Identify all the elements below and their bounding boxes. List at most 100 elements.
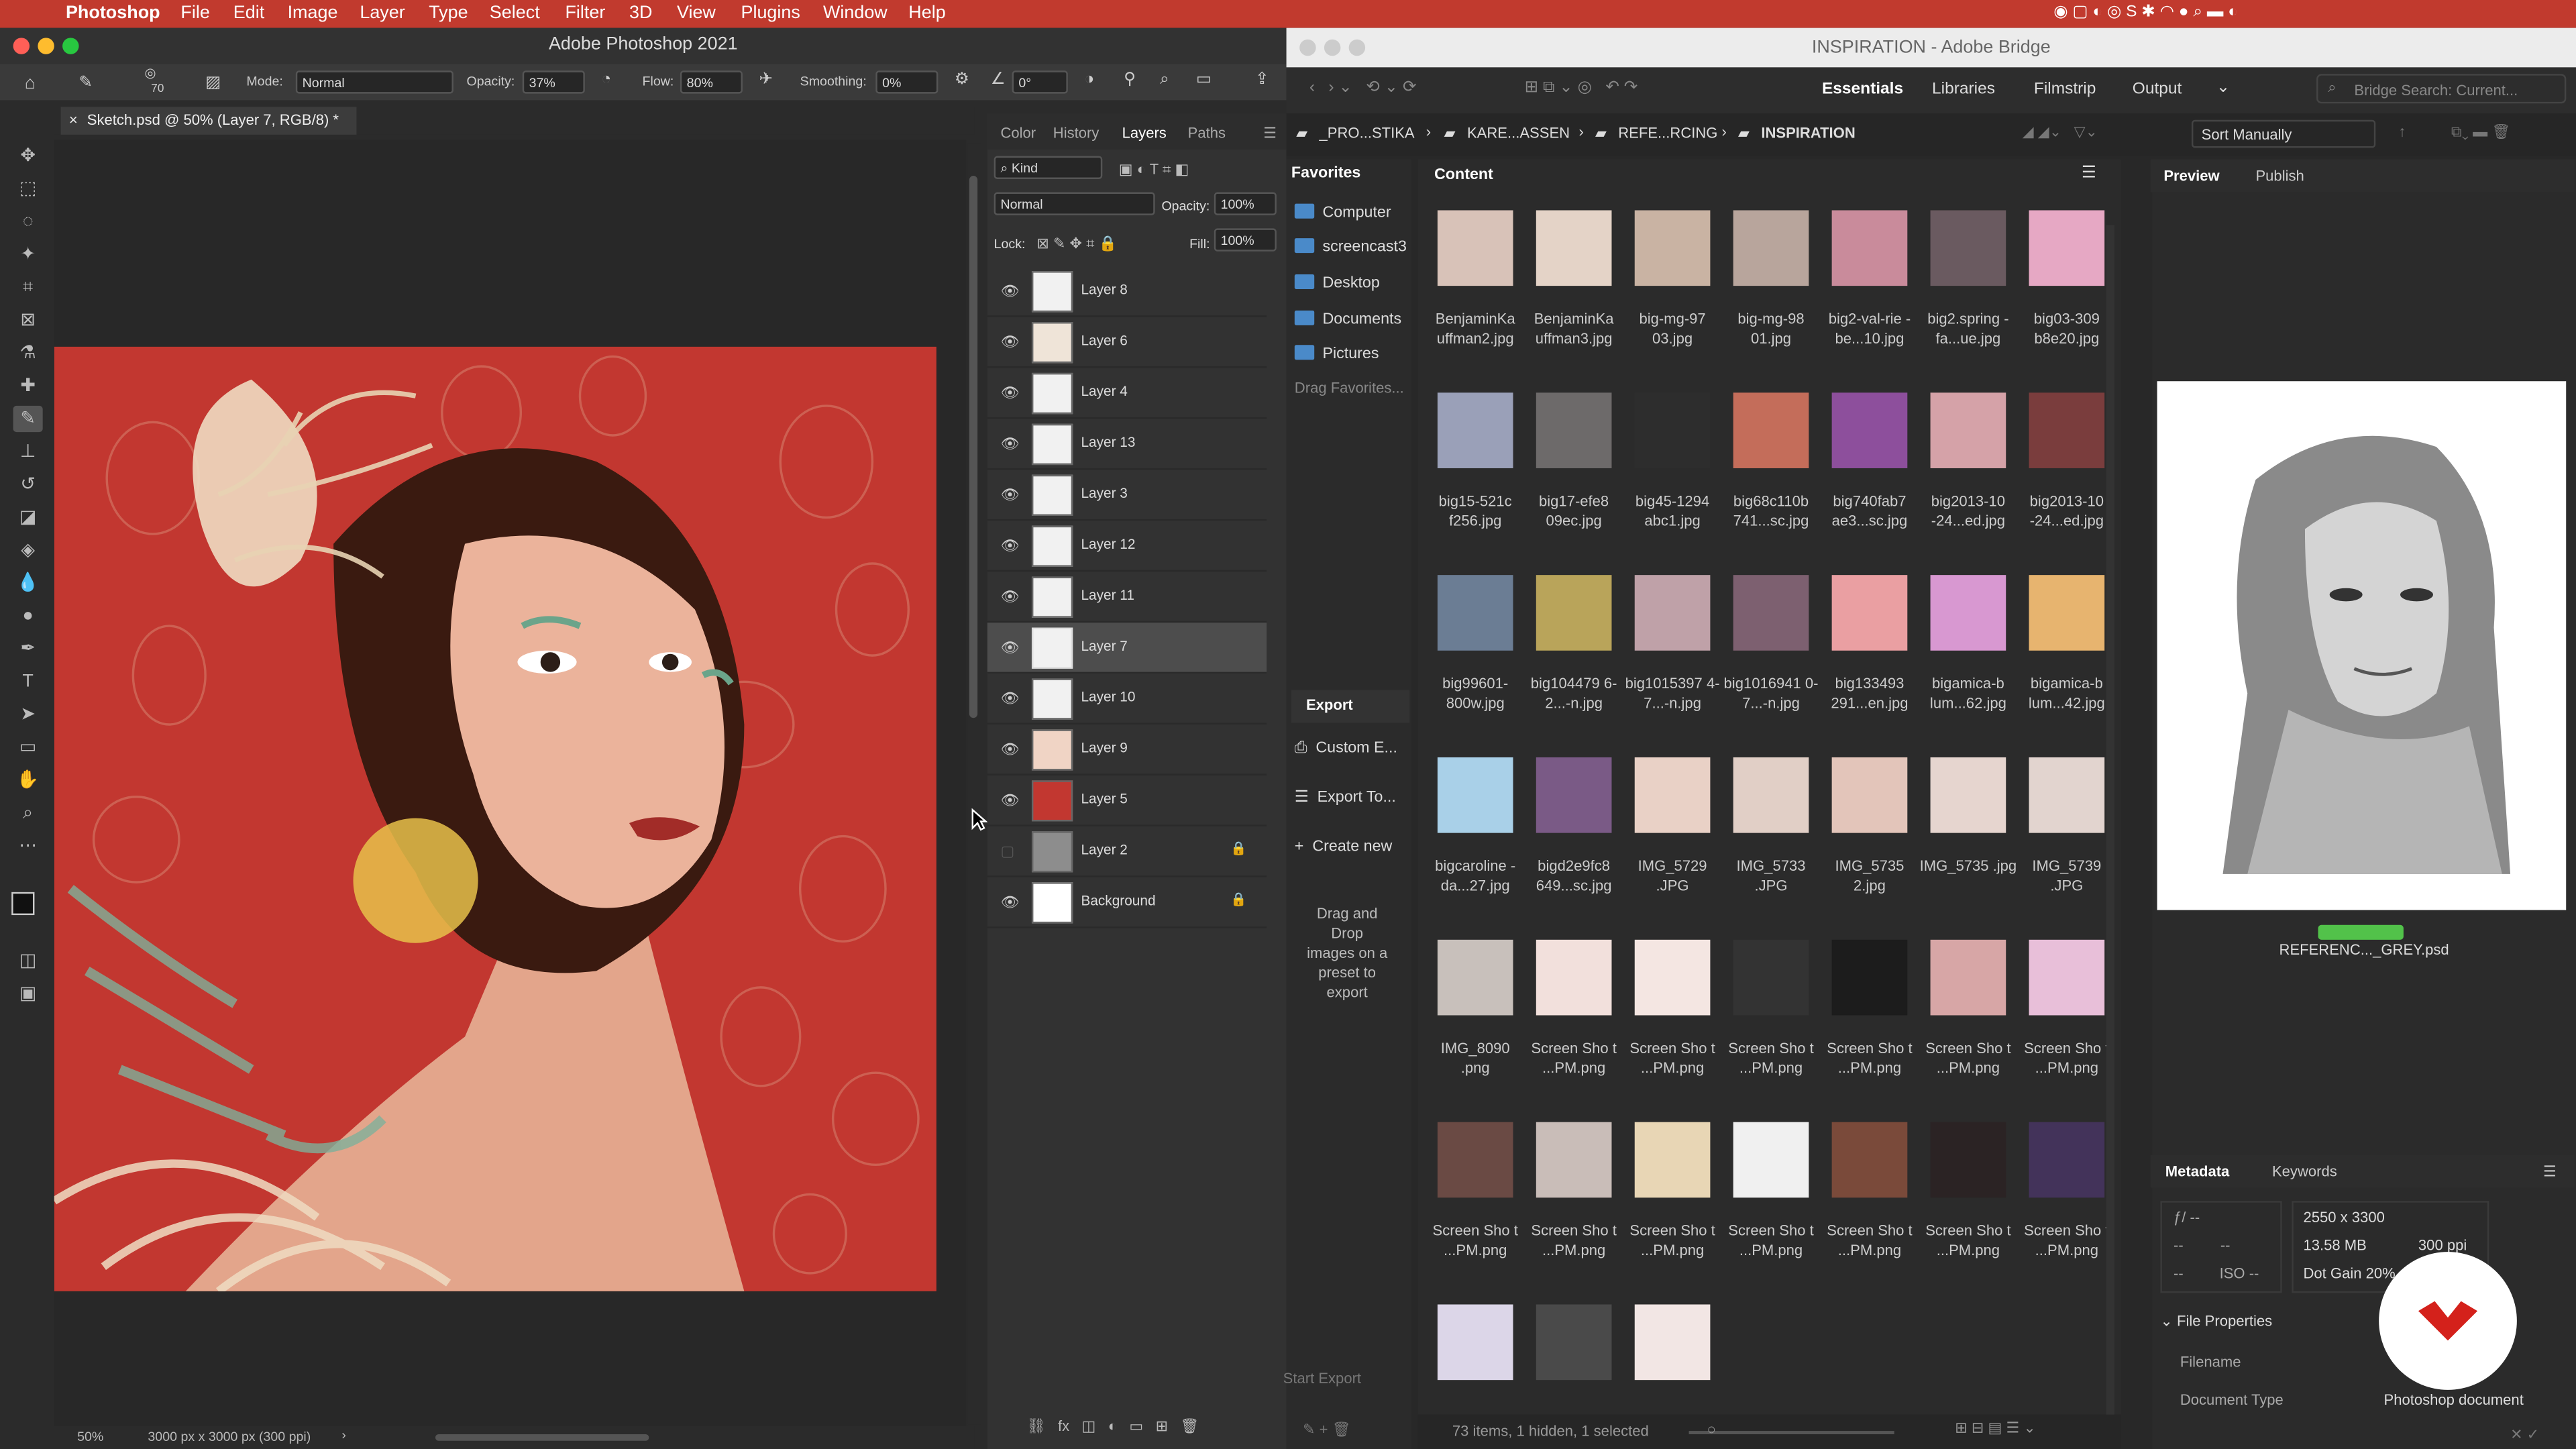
menu-3d[interactable]: 3D bbox=[629, 3, 652, 23]
workspace-libraries[interactable]: Libraries bbox=[1932, 80, 1995, 99]
file-thumbnail[interactable]: IMG_5739 .JPG bbox=[2017, 744, 2116, 926]
visibility-eye-icon[interactable]: 👁 bbox=[1000, 486, 1019, 502]
visibility-eye-icon[interactable]: 👁 bbox=[1000, 639, 1019, 655]
visibility-eye-icon[interactable]: 👁 bbox=[1000, 894, 1019, 910]
hscroll-thumb[interactable] bbox=[435, 1434, 649, 1441]
menu-select[interactable]: Select bbox=[490, 3, 540, 23]
file-thumbnail[interactable]: big104479 6-2...-n.jpg bbox=[1525, 562, 1623, 745]
tab-metadata[interactable]: Metadata bbox=[2165, 1163, 2230, 1179]
file-thumbnail[interactable]: big17-efe8 09ec.jpg bbox=[1525, 380, 1623, 562]
visibility-eye-icon[interactable]: 👁 bbox=[1000, 588, 1019, 604]
mode-select[interactable]: Normal bbox=[295, 70, 453, 94]
file-thumbnail[interactable]: Screen Sho t ...PM.png bbox=[1722, 1109, 1821, 1291]
path-select-icon[interactable]: ➤ bbox=[13, 702, 43, 728]
dodge-tool-icon[interactable]: ● bbox=[13, 603, 43, 629]
menu-layer[interactable]: Layer bbox=[360, 3, 405, 23]
file-thumbnail[interactable]: bigd2e9fc8 649...sc.jpg bbox=[1525, 744, 1623, 926]
fav-pictures[interactable]: Pictures bbox=[1294, 345, 1379, 363]
lasso-tool-icon[interactable]: ◌ bbox=[13, 209, 43, 235]
nav-back-forward-icons[interactable]: ‹ › ⌄ ⟲ ⌄ ⟳ bbox=[1309, 79, 1417, 97]
home-icon[interactable]: ⌂ bbox=[25, 74, 36, 93]
opacity-input[interactable]: 37% bbox=[522, 70, 585, 94]
menu-image[interactable]: Image bbox=[288, 3, 338, 23]
smoothing-settings-icon[interactable]: ⚙ bbox=[955, 70, 969, 89]
file-thumbnail[interactable]: Screen Sho t ...PM.png bbox=[1820, 1109, 1919, 1291]
file-thumbnail[interactable]: Screen Sho t ...PM.png bbox=[2017, 926, 2116, 1109]
file-thumbnail[interactable]: big03-309 b8e20.jpg bbox=[2017, 197, 2116, 380]
menu-type[interactable]: Type bbox=[429, 3, 468, 23]
angle-input[interactable]: 0° bbox=[1012, 70, 1068, 94]
file-thumbnail[interactable]: bigcaroline -da...27.jpg bbox=[1426, 744, 1525, 926]
file-thumbnail[interactable]: IMG_5729 .JPG bbox=[1623, 744, 1722, 926]
workspace-filmstrip[interactable]: Filmstrip bbox=[2034, 80, 2096, 99]
brush-tool-icon-active[interactable]: ✎ bbox=[13, 405, 43, 433]
blend-mode-select[interactable]: Normal bbox=[994, 192, 1155, 215]
file-thumbnail[interactable]: bigamica-b lum...62.jpg bbox=[1919, 562, 2017, 745]
start-export-button[interactable]: Start Export bbox=[1283, 1370, 1361, 1386]
visibility-eye-icon[interactable]: 👁 bbox=[1000, 792, 1019, 808]
file-thumbnail[interactable]: big740fab7 ae3...sc.jpg bbox=[1820, 380, 1919, 562]
menu-plugins[interactable]: Plugins bbox=[741, 3, 800, 23]
path-action-icons[interactable]: ⧉⌄ ▬ 🗑 bbox=[2451, 123, 2510, 142]
layer-row[interactable]: 👁 Layer 3 bbox=[987, 470, 1267, 521]
pressure-opacity-icon[interactable]: ◔ bbox=[601, 70, 611, 89]
window-corner-icons[interactable]: ✕ ✓ bbox=[2510, 1426, 2539, 1444]
visibility-eye-icon[interactable]: 👁 bbox=[1000, 333, 1019, 350]
zoom-level[interactable]: 50% bbox=[77, 1430, 103, 1444]
layer-row[interactable]: 👁 Layer 6 bbox=[987, 317, 1267, 368]
layer-row[interactable]: 👁 Layer 12 bbox=[987, 521, 1267, 572]
close-tab-icon[interactable]: × bbox=[69, 107, 78, 135]
file-thumbnail[interactable]: big2013-10 -24...ed.jpg bbox=[2017, 380, 2116, 562]
layer-filter-kind[interactable]: ⌕ Kind bbox=[994, 156, 1103, 179]
flow-input[interactable]: 80% bbox=[680, 70, 743, 94]
layer-row[interactable]: 👁 Layer 5 bbox=[987, 775, 1267, 826]
status-arrow-icon[interactable]: › bbox=[341, 1428, 346, 1442]
file-thumbnail[interactable]: Screen Sho t ...PM.png bbox=[1722, 926, 1821, 1109]
file-thumbnail[interactable]: Screen Sho t ...PM.png bbox=[1623, 926, 1722, 1109]
path-crumb-2[interactable]: KARE...ASSEN bbox=[1467, 125, 1570, 141]
file-thumbnail[interactable]: Screen Sho t ...PM.png bbox=[1525, 1109, 1623, 1291]
visibility-eye-icon[interactable]: 👁 bbox=[1000, 537, 1019, 553]
menu-edit[interactable]: Edit bbox=[233, 3, 264, 23]
menu-help[interactable]: Help bbox=[908, 3, 945, 23]
menu-window[interactable]: Window bbox=[823, 3, 888, 23]
layer-row[interactable]: ▢ Layer 2 🔒 bbox=[987, 826, 1267, 877]
sort-direction-icon[interactable]: ↑ bbox=[2399, 123, 2406, 140]
layer-footer-icons[interactable]: ⛓ fx ◫ ◐ ▭ ⊞ 🗑 bbox=[1027, 1417, 1199, 1436]
file-thumbnail[interactable]: Screen Sho t ...PM.png bbox=[1820, 926, 1919, 1109]
tab-paths[interactable]: Paths bbox=[1188, 125, 1226, 141]
foreground-color-swatch[interactable] bbox=[11, 892, 35, 916]
eraser-tool-icon[interactable]: ◪ bbox=[13, 504, 43, 531]
paint-bucket-icon[interactable]: ◈ bbox=[13, 537, 43, 564]
file-thumbnail[interactable]: big2-val-rie -be...10.jpg bbox=[1820, 197, 1919, 380]
export-create-new[interactable]: + Create new bbox=[1295, 838, 1393, 856]
brush-tool-icon[interactable]: ✎ bbox=[79, 74, 93, 92]
stamp-tool-icon[interactable]: ⊥ bbox=[13, 439, 43, 465]
tab-layers[interactable]: Layers bbox=[1122, 125, 1167, 141]
menu-filter[interactable]: Filter bbox=[565, 3, 605, 23]
file-thumbnail[interactable]: Screen Sho t ...PM.png bbox=[1426, 1109, 1525, 1291]
layer-row[interactable]: 👁 Background 🔒 bbox=[987, 877, 1267, 928]
file-thumbnail[interactable]: big2013-10 -24...ed.jpg bbox=[1919, 380, 2017, 562]
file-thumbnail[interactable]: Screen Sho t ...PM.png bbox=[2017, 1109, 2116, 1291]
tab-history[interactable]: History bbox=[1053, 125, 1099, 141]
crop-tool-icon[interactable]: ⌗ bbox=[13, 274, 43, 301]
layer-row[interactable]: 👁 Layer 4 bbox=[987, 368, 1267, 419]
file-thumbnail[interactable]: IMG_8090 .png bbox=[1426, 926, 1525, 1109]
layer-row[interactable]: 👁 Layer 11 bbox=[987, 572, 1267, 623]
visibility-off-icon[interactable]: ▢ bbox=[1000, 843, 1016, 859]
pen-tool-icon[interactable]: ✒ bbox=[13, 636, 43, 662]
content-scrollbar[interactable] bbox=[2106, 225, 2114, 1441]
toolbar-action-icons[interactable]: ⊞ ⧉ ⌄ ◎ ↶ ↷ bbox=[1525, 79, 1638, 97]
visibility-eye-icon[interactable]: 👁 bbox=[1000, 435, 1019, 451]
visibility-eye-icon[interactable]: 👁 bbox=[1000, 384, 1019, 400]
screen-mode-icon[interactable]: ▣ bbox=[13, 981, 43, 1007]
artwork-canvas[interactable] bbox=[54, 346, 936, 1291]
metadata-menu-icon[interactable]: ☰ bbox=[2543, 1163, 2557, 1181]
layer-row[interactable]: 👁 Layer 9 bbox=[987, 724, 1267, 775]
fill-input[interactable]: 100% bbox=[1214, 228, 1277, 252]
fav-screencast3[interactable]: screencast3 bbox=[1294, 238, 1407, 256]
visibility-eye-icon[interactable]: 👁 bbox=[1000, 690, 1019, 706]
layer-opacity-input[interactable]: 100% bbox=[1214, 192, 1277, 215]
smoothing-input[interactable]: 0% bbox=[875, 70, 938, 94]
